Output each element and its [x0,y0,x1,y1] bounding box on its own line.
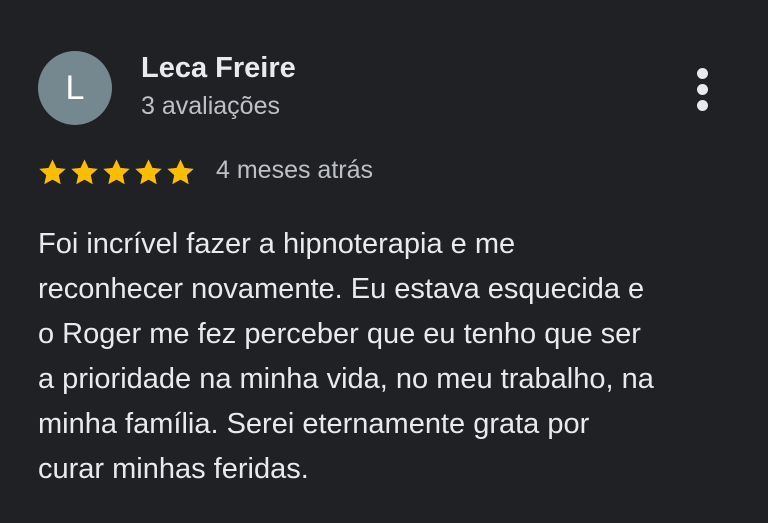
review-text-line: curar minhas feridas. [38,453,309,485]
more-vertical-icon-dot [697,84,708,95]
more-vertical-icon-dot [697,100,708,111]
star-icon [135,158,162,184]
review-text-line: a prioridade na minha vida, no meu traba… [38,363,654,395]
review-count: 3 avaliações [141,92,280,120]
star-icon [167,158,194,184]
review-text: Foi incrível fazer a hipnoterapia e me r… [38,222,738,492]
review-card: L Leca Freire 3 avaliações 4 meses atrás… [0,0,768,523]
more-vertical-icon [697,68,708,79]
review-text-line: Foi incrível fazer a hipnoterapia e me [38,228,516,260]
review-text-line: o Roger me fez perceber que eu tenho que… [38,318,641,350]
reviewer-name[interactable]: Leca Freire [141,52,296,85]
review-date: 4 meses atrás [216,156,374,184]
more-options-button[interactable] [688,66,718,114]
star-icon [71,158,98,184]
review-text-line: minha família. Serei eternamente grata p… [38,408,590,440]
review-text-line: reconhecer novamente. Eu estava esquecid… [38,273,645,305]
star-icon [39,158,66,184]
star-icon [103,158,130,184]
star-rating [37,155,197,189]
avatar[interactable]: L [38,51,112,125]
